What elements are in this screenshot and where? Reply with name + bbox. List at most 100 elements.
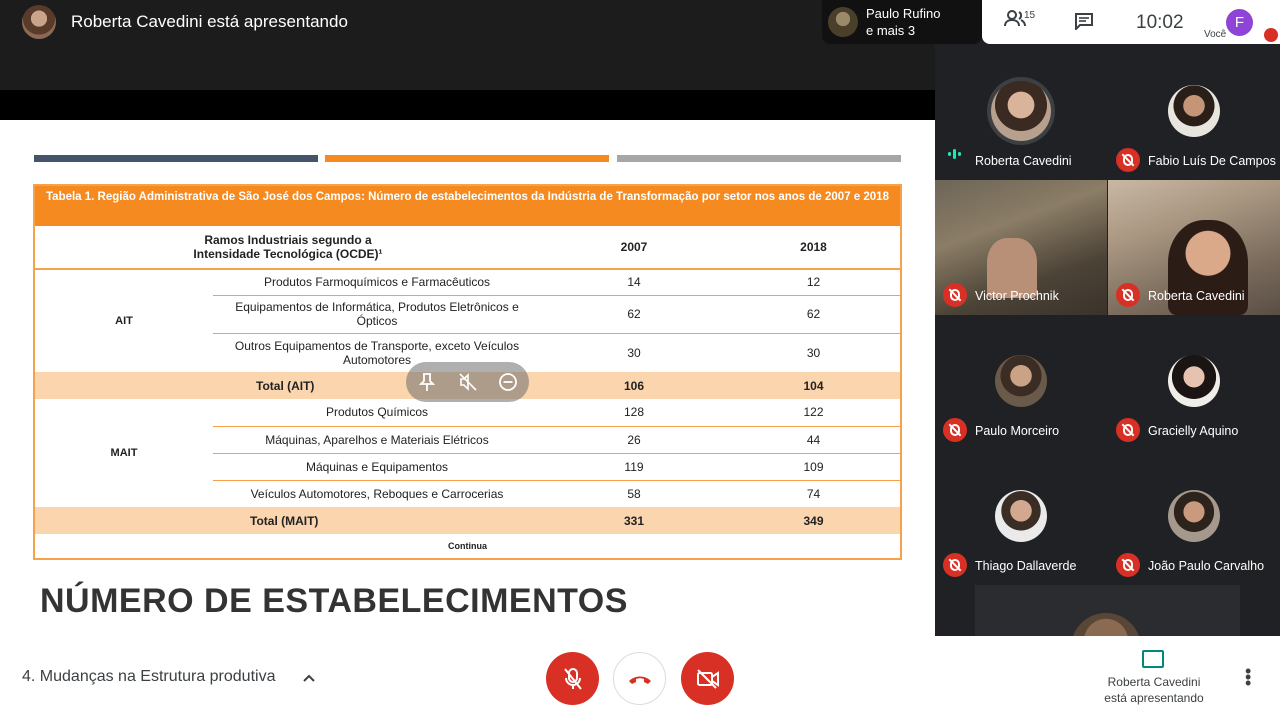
sector-label: Máquinas e Equipamentos: [213, 453, 541, 481]
table-caption: Tabela 1. Região Administrativa de São J…: [35, 186, 900, 226]
camera-toggle-button[interactable]: [681, 652, 734, 705]
extra-participants-chip[interactable]: Paulo Rufino e mais 3: [822, 0, 982, 44]
participant-name: Paulo Morceiro: [975, 424, 1060, 438]
group-label: AIT: [115, 315, 133, 327]
extra-participant-name: Paulo Rufino: [866, 6, 941, 21]
slide-bar-orange: [325, 155, 609, 162]
value-2007: 119: [541, 453, 727, 481]
value-2007: 58: [627, 486, 641, 501]
participant-tile-video[interactable]: Victor Prochnik: [935, 180, 1107, 315]
remove-icon[interactable]: [498, 372, 518, 392]
participant-grid: Roberta Cavedini Fabio Luís De Campos Vi…: [935, 45, 1280, 636]
tile-overlay-controls: [406, 362, 529, 402]
participant-name: Roberta Cavedini: [975, 154, 1072, 168]
slide-bar-dark: [34, 155, 318, 162]
value-2018: 12: [727, 269, 900, 296]
leave-call-button[interactable]: [613, 652, 666, 705]
camera-off-icon: [695, 668, 721, 695]
muted-mic-icon: [943, 418, 967, 442]
value-2007: 26: [541, 426, 727, 454]
participant-tile[interactable]: João Paulo Carvalho: [1108, 450, 1280, 585]
group-label: MAIT: [110, 447, 138, 459]
total-2007: 331: [541, 507, 727, 534]
self-avatar[interactable]: F: [1226, 9, 1253, 36]
sector-label: Máquinas, Aparelhos e Materiais Elétrico…: [213, 426, 541, 454]
participant-name: Thiago Dallaverde: [975, 559, 1077, 573]
total-2007: 106: [541, 372, 727, 399]
muted-mic-icon: [943, 283, 967, 307]
total-label: Total (MAIT): [213, 507, 541, 534]
value-2007: 62: [541, 295, 727, 334]
participant-avatar: [995, 490, 1047, 542]
presentation-slide: Tabela 1. Região Administrativa de São J…: [0, 120, 935, 636]
table-row: AIT Produtos Farmoquímicos e Farmacêutic…: [35, 269, 900, 327]
meeting-title[interactable]: 4. Mudanças na Estrutura produtiva: [22, 668, 275, 686]
participant-tile[interactable]: Paulo Morceiro: [935, 315, 1107, 450]
participant-name: Fabio Luís De Campos: [1148, 154, 1276, 168]
speaking-indicator-icon: [947, 147, 963, 165]
slide-bar-gray: [617, 155, 901, 162]
participant-name: Victor Prochnik: [975, 289, 1059, 303]
value-2018: 109: [727, 453, 900, 481]
pin-icon[interactable]: [418, 372, 438, 392]
table-footer-row: Continua: [35, 534, 900, 558]
col-header-2018: 2018: [727, 226, 900, 270]
participant-tile-partial[interactable]: [975, 585, 1240, 636]
value-2007: 128: [541, 399, 727, 427]
col-header-2007: 2007: [541, 226, 727, 270]
top-right-panel: 15 10:02 F Você: [982, 0, 1280, 44]
clock: 10:02: [1136, 12, 1184, 33]
presenter-title: Roberta Cavedini está apresentando: [71, 12, 348, 31]
sector-label: Equipamentos de Informática, Produtos El…: [213, 295, 541, 334]
chat-icon[interactable]: [1074, 12, 1094, 35]
mute-audio-icon[interactable]: [458, 372, 478, 392]
chevron-up-icon[interactable]: [302, 670, 316, 686]
hang-up-icon: [627, 672, 653, 691]
presenter-avatar: [22, 5, 56, 39]
total-row: Total (MAIT) 331 349: [35, 507, 900, 534]
participant-tile[interactable]: Gracielly Aquino: [1108, 315, 1280, 450]
self-muted-icon: [1264, 28, 1278, 42]
self-label: Você: [1204, 29, 1227, 40]
participant-tile[interactable]: Roberta Cavedini: [935, 45, 1107, 180]
col-header-sector: Ramos Industriais segundo a Intensidade …: [35, 226, 541, 270]
letterbox-strip: [0, 90, 935, 120]
present-screen-icon[interactable]: [1142, 650, 1164, 668]
muted-mic-icon: [1116, 283, 1140, 307]
microphone-toggle-button[interactable]: [546, 652, 599, 705]
participant-avatar: [1168, 355, 1220, 407]
more-options-icon[interactable]: • • •: [1245, 662, 1251, 692]
people-icon[interactable]: [1004, 10, 1026, 33]
top-bar: Roberta Cavedini está apresentando: [0, 0, 935, 90]
table-row: MAIT Produtos Químicos 128 122: [35, 399, 900, 459]
value-2018: 44: [727, 426, 900, 454]
participant-avatar: [1168, 490, 1220, 542]
value-2018: 122: [727, 399, 900, 427]
participant-tile[interactable]: Thiago Dallaverde: [935, 450, 1107, 585]
value-2018: 74: [806, 486, 821, 501]
value-2007: 30: [627, 345, 641, 360]
extra-participant-avatar: [828, 7, 858, 37]
value-2018: 30: [806, 345, 821, 360]
participant-name: João Paulo Carvalho: [1148, 559, 1265, 573]
total-2018: 104: [727, 372, 900, 399]
table-footer: Continua: [448, 541, 487, 551]
participant-name: Roberta Cavedini: [1148, 289, 1245, 303]
table-header-row: Ramos Industriais segundo a Intensidade …: [35, 226, 900, 270]
muted-mic-icon: [1116, 418, 1140, 442]
participant-tile[interactable]: Fabio Luís De Campos: [1108, 45, 1280, 180]
bottom-bar: 4. Mudanças na Estrutura produtiva Rober…: [0, 636, 1280, 719]
participant-tile-video[interactable]: Roberta Cavedini: [1108, 180, 1280, 315]
people-count: 15: [1024, 10, 1036, 21]
presenting-status: Roberta Cavedini está apresentando: [1094, 674, 1214, 706]
sector-label: Produtos Farmoquímicos e Farmacêuticos: [213, 269, 541, 296]
slide-heading: NÚMERO DE ESTABELECIMENTOS: [40, 582, 628, 620]
value-2018: 62: [727, 295, 900, 334]
presenting-name: Roberta Cavedini: [1107, 675, 1201, 689]
mic-off-icon: [562, 667, 584, 696]
sector-label: Produtos Químicos: [213, 399, 541, 427]
participant-avatar: [991, 81, 1051, 141]
value-2007: 14: [541, 269, 727, 296]
participant-avatar: [1168, 85, 1220, 137]
muted-mic-icon: [1116, 148, 1140, 172]
